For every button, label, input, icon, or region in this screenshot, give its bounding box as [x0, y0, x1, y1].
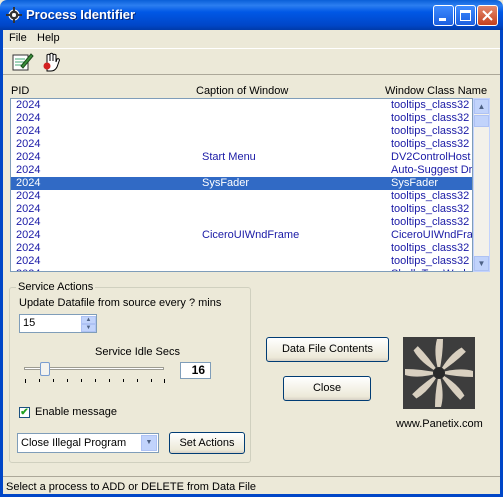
table-row[interactable]: 2024 SysFader SysFader	[11, 177, 472, 190]
spin-down-icon[interactable]: ▼	[81, 324, 96, 332]
cell-class: tooltips_class32	[391, 255, 470, 267]
cell-class: tooltips_class32	[391, 99, 470, 111]
process-list: PID Caption of Window Window Class Name …	[9, 84, 493, 272]
table-row[interactable]: 2024 tooltips_class32	[11, 242, 472, 255]
enable-message-label: Enable message	[35, 406, 117, 418]
status-text: Select a process to ADD or DELETE from D…	[6, 481, 257, 493]
action-select[interactable]: Close Illegal Program ▼	[17, 433, 159, 453]
panetix-logo	[403, 337, 475, 409]
table-row[interactable]: 2024 Auto-Suggest Dro	[11, 164, 473, 177]
enable-message-checkbox[interactable]: ✔	[19, 407, 30, 418]
website-url: www.Panetix.com	[396, 418, 483, 430]
table-row[interactable]: 2024 tooltips_class32	[11, 112, 472, 125]
list-header: PID Caption of Window Window Class Name	[9, 84, 493, 98]
scroll-up-icon[interactable]: ▲	[474, 99, 489, 114]
cell-pid: 2024	[16, 216, 41, 228]
stop-hand-icon[interactable]	[41, 51, 64, 73]
column-class-name[interactable]: Window Class Name	[385, 85, 487, 97]
scroll-down-icon[interactable]: ▼	[474, 256, 489, 271]
close-window-button[interactable]	[477, 5, 498, 26]
menu-help[interactable]: Help	[37, 32, 60, 44]
minimize-button[interactable]	[433, 5, 454, 26]
cell-pid: 2024	[16, 255, 41, 267]
table-row[interactable]: 2024 Shell_TrayWnd	[11, 268, 472, 271]
cell-class: tooltips_class32	[391, 203, 470, 215]
list-scrollbar[interactable]: ▲ ▼	[473, 98, 490, 272]
cell-pid: 2024	[16, 125, 41, 137]
cell-class: tooltips_class32	[391, 112, 470, 124]
cell-pid: 2024	[16, 112, 41, 124]
table-row[interactable]: 2024 tooltips_class32	[11, 138, 472, 151]
process-rows[interactable]: 2024 tooltips_class32 2024 tooltips_class32…	[10, 98, 473, 272]
cell-class: CiceroUIWndFran	[391, 229, 473, 241]
cell-pid: 2024	[16, 99, 41, 111]
cell-caption: CiceroUIWndFrame	[202, 229, 300, 241]
window-title: Process Identifier	[26, 7, 136, 22]
cell-class: tooltips_class32	[391, 216, 470, 228]
title-bar[interactable]: Process Identifier	[0, 0, 503, 30]
update-interval-value[interactable]: 15	[23, 317, 35, 329]
data-file-contents-button[interactable]: Data File Contents	[266, 337, 389, 362]
table-row[interactable]: 2024 tooltips_class32	[11, 203, 472, 216]
table-row[interactable]: 2024 Start Menu DV2ControlHost	[11, 151, 472, 164]
cell-class: Shell_TrayWnd	[391, 268, 472, 271]
set-actions-button[interactable]: Set Actions	[169, 432, 245, 454]
cell-class: Auto-Suggest Dro	[391, 164, 473, 176]
table-row[interactable]: 2024 CiceroUIWndFrame CiceroUIWndFran	[11, 229, 473, 242]
cell-pid: 2024	[16, 229, 41, 241]
menu-file[interactable]: File	[9, 32, 27, 44]
idle-secs-slider[interactable]	[22, 362, 167, 386]
idle-secs-value: 16	[180, 362, 211, 379]
cell-pid: 2024	[16, 138, 41, 150]
action-select-value: Close Illegal Program	[21, 437, 127, 449]
cell-pid: 2024	[16, 151, 41, 163]
slider-ticks	[25, 379, 165, 383]
column-pid[interactable]: PID	[11, 85, 29, 97]
cell-caption: Start Menu	[202, 151, 256, 163]
cell-class: SysFader	[391, 177, 439, 189]
cell-pid: 2024	[16, 268, 76, 271]
table-row[interactable]: 2024 tooltips_class32	[11, 190, 472, 203]
cell-class: tooltips_class32	[391, 242, 470, 254]
menu-bar: File Help	[3, 30, 500, 48]
spin-up-icon[interactable]: ▲	[81, 316, 96, 324]
cell-class: tooltips_class32	[391, 125, 470, 137]
table-row[interactable]: 2024 tooltips_class32	[11, 216, 472, 229]
slider-thumb[interactable]	[39, 362, 50, 376]
cell-class: DV2ControlHost	[391, 151, 471, 163]
table-row[interactable]: 2024 tooltips_class32	[11, 255, 472, 268]
toolbar	[3, 48, 500, 75]
cell-pid: 2024	[16, 190, 41, 202]
update-interval-spinner[interactable]: 15 ▲ ▼	[19, 314, 97, 333]
cell-caption: SysFader	[202, 177, 250, 189]
app-gear-icon	[6, 7, 22, 23]
column-caption[interactable]: Caption of Window	[196, 85, 288, 97]
update-interval-label: Update Datafile from source every ? mins	[19, 297, 222, 309]
edit-icon[interactable]	[11, 51, 34, 73]
scroll-thumb[interactable]	[474, 115, 489, 127]
cell-pid: 2024	[16, 242, 41, 254]
cell-pid: 2024	[16, 177, 41, 189]
table-row[interactable]: 2024 tooltips_class32	[11, 99, 472, 112]
idle-secs-label: Service Idle Secs	[95, 346, 180, 358]
table-row[interactable]: 2024 tooltips_class32	[11, 125, 472, 138]
cell-class: tooltips_class32	[391, 190, 470, 202]
status-bar: Select a process to ADD or DELETE from D…	[3, 476, 500, 494]
close-button[interactable]: Close	[283, 376, 371, 401]
chevron-down-icon[interactable]: ▼	[141, 435, 157, 451]
cell-pid: 2024	[16, 164, 41, 176]
cell-pid: 2024	[16, 203, 41, 215]
service-actions-label: Service Actions	[16, 281, 96, 293]
cell-class: tooltips_class32	[391, 138, 470, 150]
maximize-button[interactable]	[455, 5, 476, 26]
